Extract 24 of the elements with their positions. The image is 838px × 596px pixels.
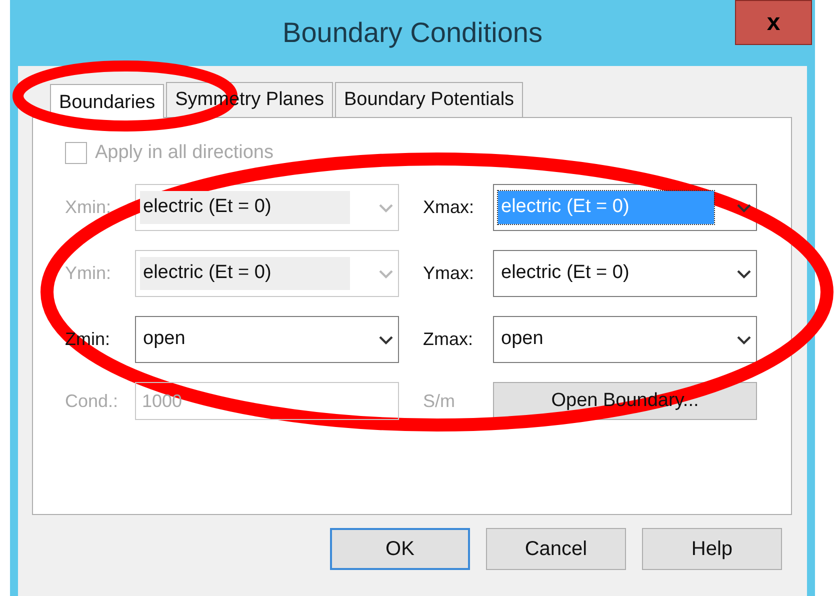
tab[interactable]: Boundaries — [50, 84, 164, 118]
chevron-down-icon — [378, 334, 394, 344]
field-label: Ymax: — [423, 262, 476, 285]
dialog-button[interactable]: Help — [642, 528, 782, 570]
dropdown[interactable]: electric (Et = 0) — [493, 250, 757, 297]
chevron-down-icon — [378, 202, 394, 212]
chevron-down-icon — [736, 334, 752, 344]
unit-label: S/m — [423, 390, 456, 412]
chevron-down-icon — [736, 268, 752, 278]
window-title: Boundary Conditions — [282, 16, 542, 50]
field-label: Ymin: — [65, 262, 112, 285]
tab[interactable]: Boundary Potentials — [335, 82, 524, 117]
field-label: Cond.: — [65, 390, 120, 412]
dialog-button[interactable]: OK — [330, 528, 470, 570]
dropdown[interactable]: open — [135, 316, 399, 363]
checkbox-label: Apply in all directions — [95, 140, 274, 165]
field-label: Xmin: — [65, 196, 112, 219]
close-button[interactable]: x — [735, 0, 812, 45]
chevron-down-icon — [378, 268, 394, 278]
dropdown[interactable]: open — [493, 316, 757, 363]
field-label: Zmax: — [423, 328, 474, 351]
chevron-down-icon — [736, 202, 752, 212]
dialog-button[interactable]: Cancel — [486, 528, 626, 570]
field-label: Xmax: — [423, 196, 476, 219]
